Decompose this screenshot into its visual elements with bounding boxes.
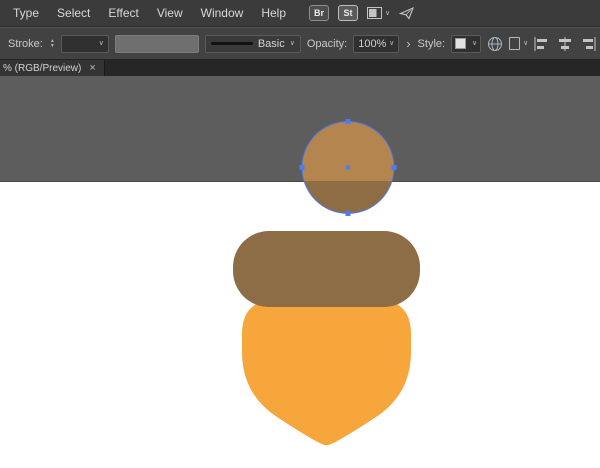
style-dropdown[interactable]: ∨ (451, 34, 482, 53)
share-icon (399, 6, 415, 20)
align-center-icon[interactable] (557, 36, 573, 51)
align-right-icon[interactable] (580, 36, 596, 51)
stepper-down-icon[interactable]: ▼ (50, 43, 55, 49)
share-button[interactable] (399, 6, 415, 20)
style-swatch (455, 38, 467, 49)
opacity-label: Opacity: (306, 37, 348, 50)
menu-window[interactable]: Window (192, 4, 253, 22)
opacity-value: 100% (358, 37, 387, 50)
stroke-label: Stroke: (8, 37, 43, 50)
brush-name: Basic (257, 37, 285, 50)
menu-help[interactable]: Help (252, 4, 295, 22)
chevron-down-icon: ∨ (98, 40, 104, 47)
selection-anchor-left[interactable] (299, 165, 305, 170)
align-left-icon[interactable] (534, 36, 550, 51)
document-tab-title: % (RGB/Preview) (3, 62, 82, 74)
document-tab-bar: % (RGB/Preview) × (0, 60, 600, 76)
opacity-input[interactable]: 100% ∨ (353, 34, 400, 53)
stroke-stepper[interactable]: ▲ ▼ (50, 38, 55, 49)
menubar-icons: Br St ∨ (309, 5, 415, 21)
selection-anchor-top[interactable] (345, 119, 351, 124)
stock-button[interactable]: St (338, 5, 359, 21)
brush-definition-dropdown[interactable]: Basic ∨ (204, 34, 301, 53)
align-buttons (534, 36, 596, 51)
bridge-button[interactable]: Br (309, 5, 330, 21)
stroke-weight-dropdown[interactable]: ∨ (60, 34, 109, 53)
chevron-down-icon: ∨ (389, 40, 395, 47)
chevron-down-icon: ∨ (523, 40, 529, 47)
width-profile-dropdown-disabled (114, 34, 199, 53)
canvas-area[interactable] (0, 76, 600, 468)
close-icon[interactable]: × (89, 62, 95, 74)
style-label: Style: (417, 37, 446, 50)
selection-anchor-right[interactable] (391, 165, 397, 170)
document-setup-globe-button[interactable] (487, 36, 503, 52)
workspace-switcher-button[interactable]: ∨ (367, 7, 390, 19)
canvas-svg (0, 76, 600, 468)
menu-effect[interactable]: Effect (99, 4, 147, 22)
menu-select[interactable]: Select (48, 4, 99, 22)
document-tab[interactable]: % (RGB/Preview) × (0, 60, 105, 76)
chevron-down-icon: ∨ (471, 40, 478, 47)
chevron-down-icon: ∨ (289, 40, 295, 47)
selection-center-point[interactable] (346, 165, 350, 170)
document-setup-button[interactable]: ∨ (509, 37, 528, 50)
chevron-down-icon: ∨ (385, 9, 391, 17)
brush-stroke-preview (210, 42, 253, 45)
acorn-cap-shape[interactable] (233, 231, 420, 307)
menu-type[interactable]: Type (4, 4, 48, 22)
menu-view[interactable]: View (148, 4, 192, 22)
globe-icon (488, 36, 503, 51)
workspace-icon (367, 7, 383, 19)
menu-bar: Type Select Effect View Window Help Br S… (0, 0, 600, 27)
chevron-right-icon[interactable]: › (405, 37, 411, 50)
selection-anchor-bottom[interactable] (345, 211, 351, 216)
control-bar: Stroke: ▲ ▼ ∨ Basic ∨ Opacity: 100% ∨ › … (0, 27, 600, 60)
document-icon (509, 37, 521, 50)
